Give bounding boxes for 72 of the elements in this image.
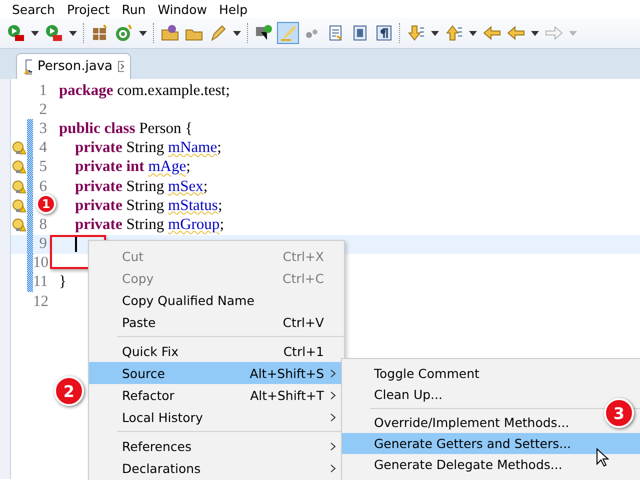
menu-item[interactable]: Project [60, 2, 116, 16]
menu-item[interactable]: Window [152, 2, 213, 16]
line-number: 2 [38, 100, 47, 119]
warning-bulb-icon[interactable] [12, 160, 26, 174]
dropdown-arrow-icon[interactable] [431, 30, 439, 36]
menu-item[interactable]: Source Alt+Shift+S [89, 362, 344, 384]
menu-item[interactable]: Copy Qualified Name [89, 289, 344, 311]
menu-item[interactable]: Help [213, 2, 254, 16]
line-number: 5 [38, 158, 47, 176]
menu-item[interactable]: Generate Getters and Setters... [342, 433, 640, 454]
menu-item[interactable]: Declarations [89, 457, 344, 479]
dropdown-arrow-icon[interactable] [69, 30, 77, 36]
menu-item[interactable]: Toggle Comment [342, 363, 488, 384]
menu-item[interactable]: Clean Up... [342, 384, 450, 405]
dropdown-arrow-icon[interactable] [531, 30, 539, 36]
code-keyword: private [75, 178, 122, 196]
dropdown-arrow-icon[interactable] [139, 30, 147, 36]
code-text: ; [186, 158, 190, 176]
step-badge: 2 [54, 376, 84, 406]
warning-bulb-icon[interactable] [12, 218, 26, 232]
line-number: 8 [38, 216, 47, 234]
code-text: ; [203, 178, 208, 196]
field-name: mStatus [168, 196, 218, 215]
dropdown-arrow-icon[interactable] [31, 30, 39, 36]
line-number: 3 [38, 120, 47, 138]
code-text: String [125, 139, 166, 158]
line-number: 12 [33, 292, 47, 311]
warning-bulb-icon[interactable] [12, 141, 26, 156]
menu-item[interactable]: References [89, 435, 344, 457]
code-text: } [59, 273, 66, 292]
code-text: String [125, 216, 166, 234]
line-number: 4 [38, 139, 47, 158]
code-text: ; [217, 139, 222, 158]
line-number: 10 [33, 254, 47, 272]
run-icon[interactable] [5, 22, 27, 44]
warning-bulb-icon[interactable] [12, 180, 26, 194]
code-text: Person { [138, 120, 193, 138]
menu-item[interactable]: Local History [89, 406, 344, 428]
code-text: String [125, 178, 166, 196]
code-text: ; [218, 196, 222, 215]
step-badge: 1 [36, 194, 56, 214]
line-number: 1 [38, 82, 47, 100]
mouse-cursor-icon [596, 448, 610, 468]
line-number: 9 [38, 235, 47, 254]
menu-item[interactable]: Override/Implement Methods... [342, 412, 578, 433]
code-keyword: private [75, 216, 122, 234]
code-keyword: private [75, 139, 122, 158]
code-keyword: public class [59, 120, 136, 138]
code-text: ; [220, 216, 224, 234]
line-number: 11 [33, 273, 47, 292]
menu-item[interactable]: Paste Ctrl+V [89, 311, 344, 333]
dropdown-arrow-icon[interactable] [233, 30, 241, 36]
code-text: String [125, 196, 166, 215]
field-name: mAge [148, 158, 186, 176]
code-keyword: private [75, 196, 122, 215]
menu-item[interactable]: Search [6, 2, 61, 16]
editor-tab[interactable]: Person.java [16, 53, 131, 79]
code-keyword: private int [75, 158, 144, 176]
field-name: mGroup [168, 216, 220, 234]
field-name: mSex [168, 178, 204, 196]
debug-icon[interactable] [43, 22, 65, 44]
menu-item[interactable]: Quick Fix Ctrl+1 [89, 340, 344, 362]
code-text: com.example.test; [116, 82, 230, 100]
menu-item[interactable]: Run [116, 2, 152, 16]
warning-bulb-icon[interactable] [12, 198, 26, 213]
field-name: mName [168, 139, 218, 158]
dropdown-arrow-icon[interactable] [469, 30, 477, 36]
menu-item[interactable]: Refactor Alt+Shift+T [89, 384, 344, 406]
code-keyword: package [59, 82, 114, 100]
line-number: 6 [38, 178, 47, 196]
menu-item[interactable]: Generate Delegate Methods... [342, 454, 570, 475]
text-caret [75, 236, 77, 252]
